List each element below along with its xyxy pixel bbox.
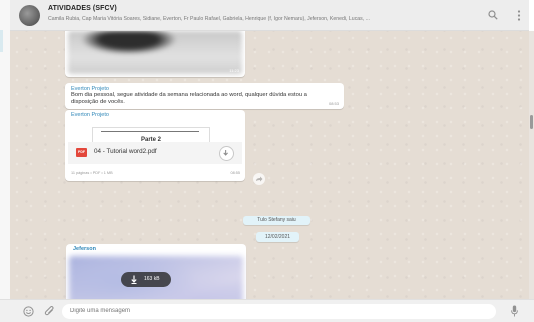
image-thumbnail[interactable]: [68, 31, 242, 74]
chat-header[interactable]: ATIVIDADES (SFCV) Camila Rubia, Cap Mari…: [10, 0, 529, 31]
page-rule: [101, 131, 199, 132]
message-body: Bom dia pessoal, segue atividade da sema…: [71, 92, 307, 105]
system-notification: Tulo Stefany saiu: [243, 216, 310, 225]
download-arrow-icon: [131, 275, 137, 284]
pdf-icon: PDF: [76, 148, 87, 157]
message-time: 08:53: [328, 101, 339, 106]
forward-icon[interactable]: [253, 173, 265, 185]
scrollbar-thumb[interactable]: [530, 115, 533, 129]
image-message[interactable]: 11:23: [65, 31, 245, 77]
sender-name[interactable]: Jeferson: [73, 246, 96, 252]
document-file-name[interactable]: 04 - Tutorial word2.pdf: [94, 148, 157, 155]
message-time: 11:23: [229, 68, 239, 73]
download-icon: [223, 150, 228, 156]
search-icon[interactable]: [488, 10, 498, 20]
sender-name[interactable]: Everton Projeto: [71, 112, 109, 118]
download-button[interactable]: [219, 146, 234, 161]
app-left-strip: [0, 0, 10, 322]
date-divider: 12/02/2021: [256, 232, 299, 242]
message-composer: [0, 299, 534, 322]
document-message[interactable]: Everton Projeto Parte 2 PDF 04 - Tutoria…: [65, 110, 245, 181]
download-pill-button[interactable]: 163 kB: [121, 272, 171, 287]
group-avatar[interactable]: [19, 5, 40, 26]
text-message[interactable]: Everton Projeto Bom dia pessoal, segue a…: [65, 83, 344, 109]
scrollbar[interactable]: [529, 31, 534, 299]
menu-icon[interactable]: [517, 10, 521, 21]
attach-icon[interactable]: [44, 305, 55, 317]
download-size: 163 kB: [144, 276, 160, 282]
group-participants[interactable]: Camila Rubia, Cap Maria Vitória Soares, …: [48, 16, 464, 22]
message-time: 08:55: [230, 171, 240, 175]
emoji-icon[interactable]: [23, 306, 34, 317]
microphone-icon[interactable]: [511, 305, 518, 317]
group-title[interactable]: ATIVIDADES (SFCV): [48, 5, 117, 12]
document-file-bar[interactable]: PDF 04 - Tutorial word2.pdf: [68, 142, 242, 164]
document-meta: 11 páginas • PDF • 1 MB: [71, 171, 113, 175]
message-input[interactable]: [62, 304, 496, 319]
chat-panel[interactable]: 11:23 Everton Projeto Bom dia pessoal, s…: [10, 31, 529, 299]
selected-chat-indicator: [0, 30, 3, 52]
